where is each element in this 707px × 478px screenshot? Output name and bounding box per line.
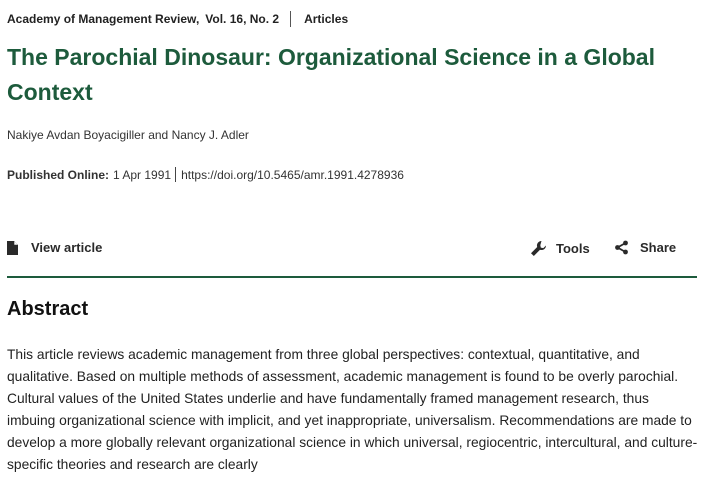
published-date: 1 Apr 1991: [113, 167, 172, 182]
publication-info: Published Online: 1 Apr 1991 https://doi…: [7, 167, 404, 182]
share-icon: [614, 240, 629, 255]
breadcrumb: Academy of Management Review, Vol. 16, N…: [7, 11, 348, 27]
author-link[interactable]: Nakiye Avdan Boyacigiller: [7, 128, 145, 142]
breadcrumb-divider: [290, 11, 292, 27]
article-toolbar: View article Tools Share: [7, 236, 697, 278]
view-article-button[interactable]: View article: [7, 240, 102, 255]
author-list: Nakiye Avdan Boyacigiller and Nancy J. A…: [7, 128, 249, 142]
author-link[interactable]: Nancy J. Adler: [172, 128, 249, 142]
share-button[interactable]: Share: [614, 240, 676, 255]
author-separator: and: [148, 128, 172, 142]
doi-link[interactable]: https://doi.org/10.5465/amr.1991.4278936: [181, 168, 404, 182]
wrench-icon: [530, 240, 547, 257]
abstract-heading: Abstract: [7, 298, 89, 320]
document-icon: [7, 240, 18, 255]
tools-label: Tools: [556, 241, 590, 256]
breadcrumb-volume[interactable]: Vol. 16, No. 2: [205, 12, 279, 26]
article-title: The Parochial Dinosaur: Organizational S…: [7, 44, 655, 105]
published-label: Published Online:: [7, 167, 110, 182]
tools-button[interactable]: Tools: [530, 240, 590, 257]
view-article-label: View article: [31, 240, 103, 255]
breadcrumb-section[interactable]: Articles: [304, 12, 348, 26]
share-label: Share: [640, 240, 677, 255]
abstract-text: This article reviews academic management…: [7, 347, 698, 472]
pubinfo-divider: [175, 167, 177, 182]
breadcrumb-journal[interactable]: Academy of Management Review,: [7, 12, 199, 26]
